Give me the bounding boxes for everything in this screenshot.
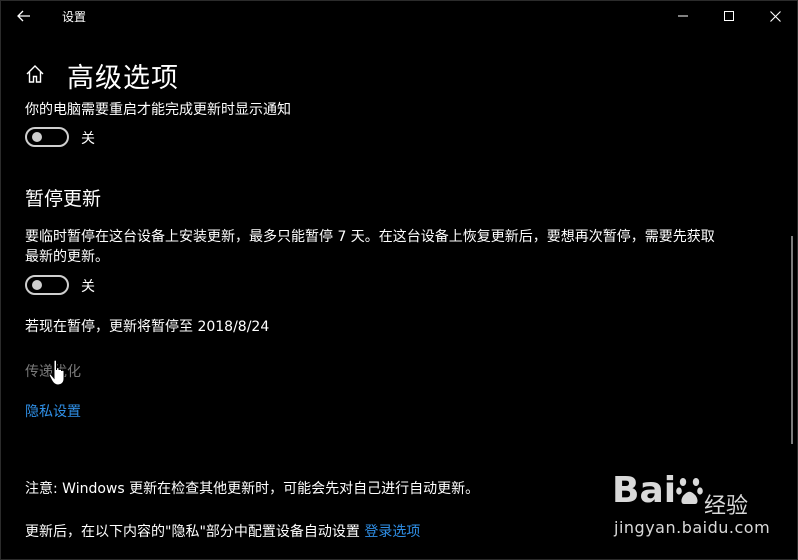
hand-cursor-icon xyxy=(48,359,65,386)
baidu-jingyan-watermark: Bai 经验 jingyan.baidu.com xyxy=(612,470,792,550)
back-arrow-icon xyxy=(17,10,30,22)
maximize-button[interactable] xyxy=(706,0,752,32)
sign-in-options-link[interactable]: 登录选项 xyxy=(364,524,420,540)
privacy-config-text: 更新后，在以下内容的"隐私"部分中配置设备自动设置 登录选项 xyxy=(25,521,420,541)
minimize-button[interactable] xyxy=(660,0,706,32)
toggle-knob xyxy=(32,280,42,290)
pause-updates-toggle[interactable] xyxy=(25,275,69,295)
restart-notification-label: 你的电脑需要重启才能完成更新时显示通知 xyxy=(25,102,291,118)
restart-notification-toggle[interactable] xyxy=(25,127,69,147)
privacy-config-label: 更新后，在以下内容的"隐私"部分中配置设备自动设置 xyxy=(25,524,360,540)
close-button[interactable] xyxy=(752,0,798,32)
home-icon[interactable] xyxy=(24,63,46,85)
watermark-url: jingyan.baidu.com xyxy=(614,518,771,537)
pause-until-text: 若现在暂停，更新将暂停至 2018/8/24 xyxy=(25,319,270,335)
scrollbar[interactable] xyxy=(791,236,793,444)
page-title: 高级选项 xyxy=(67,63,179,94)
close-icon xyxy=(769,10,781,22)
toggle-knob xyxy=(32,132,42,142)
back-button[interactable] xyxy=(10,4,38,28)
pause-updates-heading: 暂停更新 xyxy=(25,188,102,210)
minimize-icon xyxy=(678,15,688,17)
privacy-settings-link[interactable]: 隐私设置 xyxy=(25,401,81,421)
maximize-icon xyxy=(724,11,734,21)
pause-updates-description-line2: 最新的更新。 xyxy=(25,249,109,265)
update-note: 注意: Windows 更新在检查其他更新时，可能会先对自己进行自动更新。 xyxy=(25,481,480,497)
window-title: 设置 xyxy=(62,10,87,24)
paw-icon xyxy=(676,478,703,504)
pause-updates-toggle-state: 关 xyxy=(81,279,95,295)
pause-updates-description-line1: 要临时暂停在这台设备上安装更新，最多只能暂停 7 天。在这台设备上恢复更新后，要… xyxy=(25,229,715,245)
watermark-brand-tail: 经验 xyxy=(704,494,749,519)
watermark-brand: Bai xyxy=(612,470,677,511)
restart-notification-toggle-state: 关 xyxy=(81,131,95,147)
title-bar: 设置 xyxy=(0,0,798,32)
